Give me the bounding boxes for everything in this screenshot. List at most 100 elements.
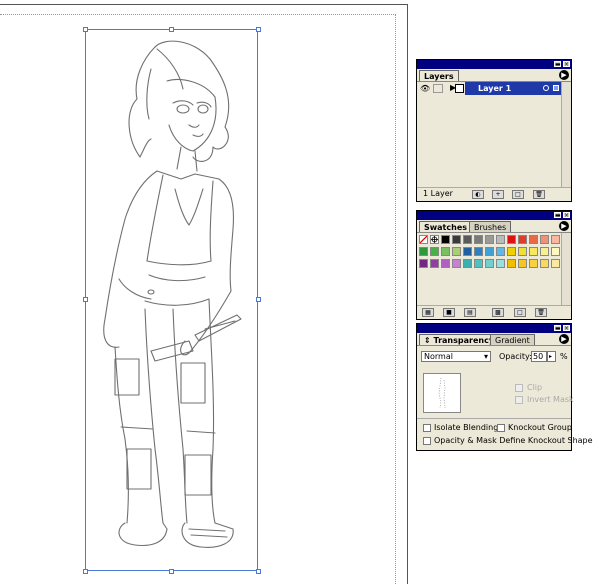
layers-tab-row: Layers ▶ <box>417 69 571 82</box>
layers-scrollbar[interactable] <box>561 82 571 188</box>
handle-bottom-right[interactable] <box>256 569 261 574</box>
color-swatch[interactable] <box>540 259 549 268</box>
handle-bottom-left[interactable] <box>83 569 88 574</box>
target-circle-icon[interactable] <box>543 85 549 91</box>
color-swatch[interactable] <box>485 247 494 256</box>
color-swatch[interactable] <box>485 235 494 244</box>
color-swatch[interactable] <box>441 247 450 256</box>
color-swatch[interactable] <box>496 235 505 244</box>
color-swatch[interactable] <box>529 259 538 268</box>
handle-top-right[interactable] <box>256 27 261 32</box>
color-swatch[interactable] <box>452 259 461 268</box>
show-gradient-swatches-icon[interactable]: ▤ <box>464 308 476 317</box>
color-swatch[interactable] <box>452 247 461 256</box>
panel-menu-arrow-icon[interactable]: ▶ <box>559 334 569 344</box>
clip-checkbox[interactable] <box>515 384 523 392</box>
layers-bottom-bar: 1 Layer ◐ + □ 🗑 <box>417 187 571 201</box>
tab-transparency[interactable]: ⇕ Transparency <box>419 334 500 345</box>
handle-top-left[interactable] <box>83 27 88 32</box>
color-swatch[interactable] <box>529 247 538 256</box>
show-swatch-kinds-icon[interactable]: ▦ <box>422 308 434 317</box>
close-icon[interactable]: × <box>563 212 570 219</box>
color-swatch[interactable] <box>430 259 439 268</box>
color-swatch[interactable] <box>507 259 516 268</box>
close-icon[interactable]: × <box>563 61 570 68</box>
color-swatch[interactable] <box>463 259 472 268</box>
layer-name[interactable]: Layer 1 <box>455 82 561 95</box>
color-swatch[interactable] <box>540 247 549 256</box>
opacity-input[interactable]: 50 <box>531 351 547 362</box>
handle-bottom-center[interactable] <box>169 569 174 574</box>
color-swatch[interactable] <box>485 259 494 268</box>
tab-brushes[interactable]: Brushes <box>469 221 512 232</box>
color-swatch[interactable] <box>551 259 560 268</box>
color-swatch[interactable] <box>507 235 516 244</box>
color-swatch[interactable] <box>452 235 461 244</box>
object-thumbnail[interactable] <box>423 373 461 413</box>
color-swatch[interactable] <box>496 247 505 256</box>
color-swatch[interactable] <box>518 235 527 244</box>
color-swatch[interactable] <box>551 247 560 256</box>
close-icon[interactable]: × <box>563 325 570 332</box>
new-sublayer-icon[interactable]: + <box>492 190 504 199</box>
color-swatch[interactable] <box>529 235 538 244</box>
layer-row[interactable]: 👁 ▶ Layer 1 <box>417 82 563 95</box>
tab-layers[interactable]: Layers <box>419 70 459 81</box>
thumbnail-sketch <box>438 377 446 409</box>
color-swatch[interactable] <box>463 235 472 244</box>
color-swatch[interactable] <box>474 259 483 268</box>
swatches-panel-titlebar[interactable]: ▬ × <box>417 211 571 220</box>
opacity-slider-arrow-icon[interactable]: ▸ <box>547 351 556 362</box>
color-swatch[interactable] <box>551 235 560 244</box>
color-swatch[interactable] <box>441 235 450 244</box>
transparency-panel-titlebar[interactable]: ▬ × <box>417 324 571 333</box>
handle-top-center[interactable] <box>169 27 174 32</box>
color-swatch[interactable] <box>496 259 505 268</box>
trash-icon[interactable]: 🗑 <box>535 308 547 317</box>
panel-menu-arrow-icon[interactable]: ▶ <box>559 70 569 80</box>
color-swatch[interactable] <box>474 235 483 244</box>
minimize-icon[interactable]: ▬ <box>554 212 561 219</box>
panel-menu-arrow-icon[interactable]: ▶ <box>559 221 569 231</box>
color-swatch[interactable] <box>518 259 527 268</box>
transparency-tab-row: ⇕ Transparency Gradient ▶ <box>417 333 571 346</box>
handle-middle-right[interactable] <box>256 297 261 302</box>
layers-panel: ▬ × Layers ▶ 👁 ▶ Layer 1 1 Layer ◐ + □ 🗑 <box>416 59 572 202</box>
blend-mode-select[interactable]: Normal ▾ <box>421 351 491 362</box>
opacity-mask-knockout-checkbox[interactable] <box>423 437 431 445</box>
make-clipping-mask-icon[interactable]: ◐ <box>472 190 484 199</box>
new-swatch-icon[interactable]: □ <box>514 308 526 317</box>
show-pattern-swatches-icon[interactable]: ▩ <box>492 308 504 317</box>
tab-gradient[interactable]: Gradient <box>490 334 535 345</box>
tab-swatches[interactable]: Swatches <box>419 221 472 232</box>
eye-icon[interactable]: 👁 <box>420 84 430 93</box>
show-color-swatches-icon[interactable]: ■ <box>443 308 455 317</box>
chevron-down-icon: ▾ <box>483 352 488 361</box>
swatches-scrollbar[interactable] <box>561 233 571 306</box>
color-swatch[interactable] <box>441 259 450 268</box>
color-swatch[interactable] <box>419 259 428 268</box>
selection-bounding-box[interactable] <box>85 29 258 571</box>
color-swatch[interactable] <box>518 247 527 256</box>
handle-middle-left[interactable] <box>83 297 88 302</box>
isolate-blending-checkbox[interactable] <box>423 424 431 432</box>
invert-mask-checkbox[interactable] <box>515 396 523 404</box>
none-swatch[interactable] <box>419 235 428 244</box>
minimize-icon[interactable]: ▬ <box>554 325 561 332</box>
color-swatch[interactable] <box>463 247 472 256</box>
color-swatch[interactable] <box>419 247 428 256</box>
color-swatch[interactable] <box>507 247 516 256</box>
knockout-group-checkbox[interactable] <box>497 424 505 432</box>
layer-thumbnail <box>455 84 464 93</box>
opacity-label: Opacity: <box>499 352 532 361</box>
color-swatch[interactable] <box>430 247 439 256</box>
color-swatch[interactable] <box>474 247 483 256</box>
trash-icon[interactable]: 🗑 <box>533 190 545 199</box>
lock-toggle[interactable] <box>433 84 443 93</box>
minimize-icon[interactable]: ▬ <box>554 61 561 68</box>
layers-panel-titlebar[interactable]: ▬ × <box>417 60 571 69</box>
selection-square-icon[interactable] <box>553 85 559 91</box>
new-layer-icon[interactable]: □ <box>512 190 524 199</box>
color-swatch[interactable] <box>540 235 549 244</box>
registration-swatch[interactable] <box>430 235 439 244</box>
